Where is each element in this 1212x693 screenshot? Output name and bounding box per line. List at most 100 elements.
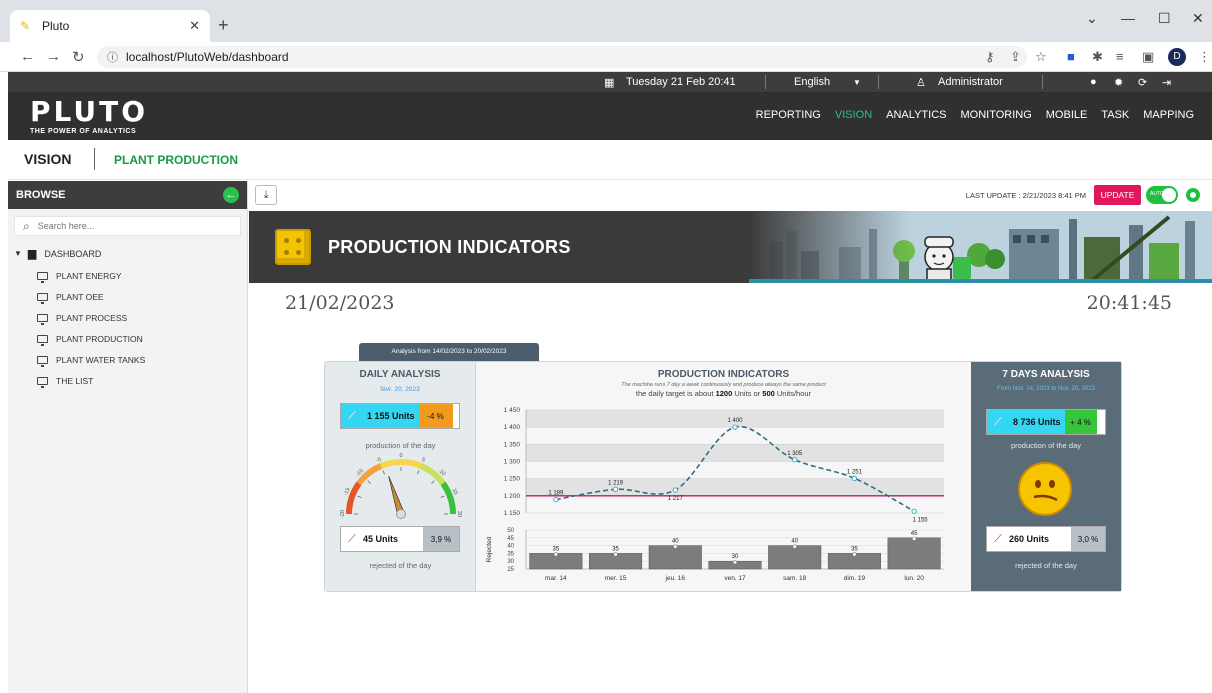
y-tick-label: 1 350 [504, 441, 521, 448]
rejected-data-label: 35 [851, 546, 858, 552]
breadcrumb-divider [94, 148, 95, 170]
production-data-label: 1 305 [787, 451, 803, 457]
close-tab-icon[interactable]: ✕ [189, 18, 200, 34]
language-caret-icon[interactable]: ▼ [853, 78, 861, 87]
app-header: PLUTO THE POWER OF ANALYTICS REPORTING V… [8, 92, 1212, 140]
new-tab-icon[interactable]: + [218, 16, 229, 34]
puzzle-icon[interactable]: ✱ [1092, 49, 1103, 65]
bell-icon[interactable]: ● [1090, 76, 1097, 88]
nav-task[interactable]: TASK [1101, 109, 1129, 121]
caret-down-icon[interactable]: ▼ [14, 249, 22, 258]
monitor-icon [37, 334, 48, 346]
toggle-knob [1162, 188, 1176, 202]
trend-up-icon: ⟋ [987, 410, 1009, 434]
refresh-icon[interactable]: ⟳ [1138, 76, 1147, 89]
sidebar-item-plant-process[interactable]: PLANT PROCESS [8, 307, 247, 328]
logo-text: PLUTO [30, 95, 149, 128]
side-panel-icon[interactable]: ▣ [1142, 49, 1154, 65]
share-icon[interactable]: ⇪ [1010, 49, 1021, 65]
tab-title: Pluto [42, 19, 70, 33]
site-info-icon[interactable]: ⓘ [107, 49, 118, 65]
bookmark-star-icon[interactable]: ☆ [1035, 49, 1047, 65]
daily-production-value: 1 155 Units [363, 404, 419, 428]
nav-mobile[interactable]: MOBILE [1046, 109, 1088, 121]
collapse-sidebar-button[interactable]: ← [223, 187, 239, 203]
rejected-bar [648, 545, 702, 570]
rejected-point [912, 536, 917, 541]
address-bar[interactable]: ⓘ localhost/PlutoWeb/dashboard [97, 46, 1027, 68]
app-top-strip: ▦ Tuesday 21 Feb 20:41 English ▼ ♙ Admin… [8, 72, 1212, 92]
breadcrumb-section[interactable]: VISION [24, 151, 71, 167]
production-point [612, 486, 619, 492]
tree-folder-label: DASHBOARD [44, 248, 102, 259]
monitor-icon [37, 292, 48, 304]
calendar-icon: ▦ [604, 77, 615, 89]
update-button[interactable]: UPDATE [1094, 185, 1141, 205]
production-data-label: 1 155 [913, 517, 929, 523]
divider [765, 75, 766, 89]
y-tick-label: 50 [507, 528, 514, 534]
extension-icon[interactable]: ■ [1067, 49, 1075, 64]
close-window-icon[interactable]: ✕ [1192, 10, 1204, 27]
nav-mapping[interactable]: MAPPING [1143, 109, 1194, 121]
target-prefix: the daily target is about [635, 389, 714, 398]
status-indicator [1186, 188, 1200, 202]
nav-analytics[interactable]: ANALYTICS [886, 109, 946, 121]
current-user[interactable]: Administrator [938, 76, 1003, 88]
maximize-icon[interactable]: ☐ [1158, 10, 1171, 27]
gear-icon[interactable]: ✹ [1114, 76, 1123, 89]
x-tick-label: mer. 15 [605, 575, 627, 582]
sidebar-item-plant-energy[interactable]: PLANT ENERGY [8, 265, 247, 286]
auto-update-toggle[interactable]: AUTO [1146, 186, 1178, 204]
logout-icon[interactable]: ⇥ [1162, 76, 1171, 89]
industrial-skyline-illustration [749, 211, 1212, 283]
weekly-rejected-kpi: ⟋ 260 Units 3,0 % [986, 526, 1106, 552]
gauge-tick [367, 480, 371, 484]
reading-list-icon[interactable]: ≡ [1116, 49, 1124, 64]
back-icon[interactable]: ← [20, 48, 35, 65]
reload-icon[interactable]: ↻ [72, 48, 85, 66]
nav-reporting[interactable]: REPORTING [756, 109, 821, 121]
sidebar-item-plant-production[interactable]: PLANT PRODUCTION [8, 328, 247, 349]
sidebar-item-plant-water-tanks[interactable]: PLANT WATER TANKS [8, 349, 247, 370]
chevron-down-icon[interactable]: ⌄ [1086, 10, 1098, 27]
y-tick-label: 1 200 [504, 493, 521, 500]
weekly-production-caption: production of the day [1010, 441, 1082, 450]
gauge-tick-label: -20 [340, 510, 346, 518]
pluto-logo[interactable]: PLUTO THE POWER OF ANALYTICS [30, 95, 149, 136]
chart-title: PRODUCTION INDICATORS [657, 369, 790, 380]
forward-icon[interactable]: → [46, 48, 61, 65]
gauge-hub [396, 509, 406, 519]
language-select[interactable]: English [794, 76, 830, 88]
search-input[interactable] [37, 221, 218, 231]
weekly-rejected-pct: 3,0 % [1071, 527, 1105, 551]
gauge-tick [382, 470, 385, 475]
tree-folder-dashboard[interactable]: ▼ ▆ DASHBOARD [8, 242, 247, 265]
sidebar-item-the-list[interactable]: THE LIST [8, 370, 247, 391]
sidebar-item-plant-oee[interactable]: PLANT OEE [8, 286, 247, 307]
browser-tab[interactable]: ✎ Pluto ✕ [10, 10, 210, 42]
profile-avatar[interactable]: D [1168, 48, 1186, 66]
key-icon[interactable]: ⚷ [985, 49, 995, 65]
monitor-icon [37, 355, 48, 367]
nav-monitoring[interactable]: MONITORING [960, 109, 1031, 121]
download-button[interactable]: ⤓ [255, 185, 277, 205]
rejected-point [852, 552, 857, 557]
sidebar-item-label: PLANT OEE [56, 291, 104, 302]
nav-vision[interactable]: VISION [835, 109, 872, 121]
trend-up-icon: ⟋ [341, 404, 363, 428]
y-tick-label: 25 [507, 567, 514, 573]
daily-production-pct: -4 % [418, 404, 453, 428]
daily-rejected-pct: 3,9 % [423, 527, 459, 551]
analysis-period-tab[interactable]: Analysis from 14/02/2023 to 20/02/2023 [359, 343, 539, 361]
rejected-bar [887, 537, 941, 570]
sidebar: BROWSE ← ⌕ ▼ ▆ DASHBOARD PLANT ENERGY PL… [8, 181, 248, 693]
more-menu-icon[interactable]: ⋮ [1198, 49, 1211, 65]
minimize-icon[interactable]: — [1121, 10, 1135, 26]
rejected-data-label: 30 [732, 554, 739, 560]
browser-tab-strip: ✎ Pluto ✕ + ⌄ — ☐ ✕ [0, 0, 1212, 42]
gauge-tick-label: 20 [456, 511, 462, 517]
gauge-arc-segment [440, 481, 456, 515]
last-update-text: LAST UPDATE : 2/21/2023 8:41 PM [965, 191, 1086, 200]
rejected-data-label: 35 [553, 546, 560, 552]
